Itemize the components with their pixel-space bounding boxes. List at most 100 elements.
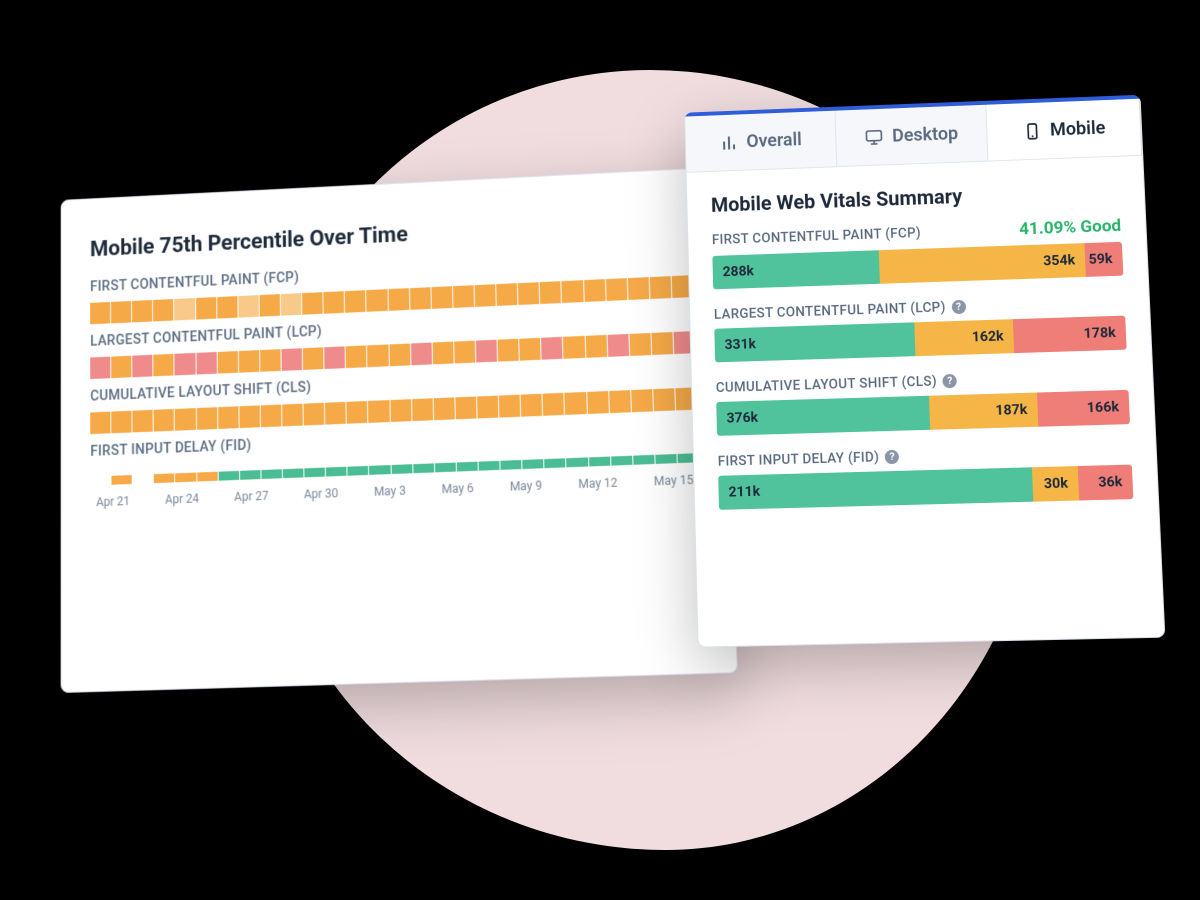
bar-segment	[606, 278, 628, 301]
bar-segment	[90, 467, 110, 486]
bar-segment	[519, 338, 540, 361]
bar-segment	[455, 396, 476, 419]
bar-segment	[345, 290, 366, 313]
bar-segment	[346, 345, 367, 368]
tab-label: Desktop	[892, 123, 959, 146]
bar-segment	[476, 340, 497, 363]
bar-part-mid: 30k	[1031, 466, 1078, 502]
bar-segment	[347, 401, 368, 424]
bar-segment	[607, 334, 629, 357]
tab-overall[interactable]: Overall	[685, 111, 837, 172]
bar-segment	[174, 298, 194, 320]
summary-body: Mobile Web Vitals Summary FIRST CONTENTF…	[687, 156, 1160, 551]
bar-segment	[633, 455, 655, 465]
bar-segment	[628, 277, 650, 300]
bar-segment	[562, 280, 584, 303]
help-icon[interactable]: ?	[951, 300, 966, 314]
bar-segment	[238, 295, 259, 317]
axis-tick: Apr 30	[304, 486, 339, 501]
bar-segment	[584, 279, 606, 302]
bar-segment	[435, 463, 456, 473]
bar-segment	[218, 471, 239, 481]
bar-segment	[475, 284, 496, 307]
bar-segment	[587, 391, 609, 414]
bar-segment	[410, 287, 431, 310]
bar-segment	[259, 294, 280, 317]
axis-tick: May 3	[374, 484, 406, 499]
bar-segment	[154, 409, 174, 432]
bar-segment	[518, 282, 539, 305]
phone-icon	[1022, 121, 1043, 141]
bar-segment	[651, 332, 673, 355]
summary-metric: CUMULATIVE LAYOUT SHIFT (CLS)?376k187k16…	[716, 368, 1130, 436]
bar-segment	[304, 403, 325, 426]
bar-segment	[454, 341, 475, 364]
bar-segment	[609, 390, 631, 413]
bar-segment	[585, 335, 607, 358]
bar-segment	[133, 465, 153, 484]
bar-segment	[431, 286, 452, 309]
bar-segment	[499, 395, 520, 418]
bar-segment	[196, 297, 216, 319]
bar-segment	[457, 462, 478, 472]
bar-segment	[324, 346, 345, 369]
axis-tick: May 15	[654, 473, 694, 489]
bar-segment	[281, 293, 302, 316]
bar-segment	[132, 300, 152, 322]
bar-segment	[498, 339, 519, 362]
bar-part-good: 288k	[712, 250, 880, 289]
summary-metric-label: LARGEST CONTENTFUL PAINT (LCP)?	[714, 299, 966, 323]
bar-segment	[479, 461, 500, 471]
axis-tick: May 9	[510, 478, 543, 493]
tab-mobile[interactable]: Mobile	[987, 99, 1143, 161]
summary-title: Mobile Web Vitals Summary	[711, 178, 1120, 216]
bar-part-mid: 162k	[914, 319, 1014, 356]
bar-segment	[655, 454, 677, 464]
bar-segment	[218, 406, 239, 429]
bar-segment	[563, 336, 585, 359]
bar-segment	[90, 412, 110, 435]
bar-segment	[543, 393, 565, 416]
bar-segment	[197, 472, 218, 482]
tab-desktop[interactable]: Desktop	[835, 105, 989, 167]
summary-metric: FIRST CONTENTFUL PAINT (FCP)41.09% Good2…	[712, 216, 1124, 289]
help-icon[interactable]: ?	[885, 450, 900, 464]
tab-label: Overall	[746, 130, 802, 153]
bar-segment	[260, 349, 281, 372]
bar-segment	[391, 464, 412, 474]
bar-segment	[283, 468, 304, 478]
bar-segment	[90, 302, 110, 324]
bar-segment	[433, 397, 454, 420]
bar-part-bad: 166k	[1037, 390, 1130, 427]
bar-segment	[196, 407, 217, 430]
bar-segment	[261, 405, 282, 428]
bar-segment	[176, 473, 196, 483]
summary-metric-label: FIRST INPUT DELAY (FID)?	[718, 449, 900, 470]
bar-segment	[111, 301, 131, 323]
bar-segment	[261, 469, 282, 479]
bar-segment	[389, 344, 410, 367]
summary-metric-label: CUMULATIVE LAYOUT SHIFT (CLS)?	[716, 373, 958, 396]
bar-segment	[153, 299, 173, 321]
bar-part-good: 211k	[718, 467, 1033, 510]
bar-segment	[239, 350, 260, 373]
help-icon[interactable]: ?	[943, 374, 958, 388]
bar-segment	[217, 296, 238, 318]
bar-chart-icon	[719, 132, 739, 152]
good-percentage: 41.09% Good	[1019, 216, 1122, 239]
bar-segment	[653, 388, 675, 411]
bar-segment	[453, 285, 474, 308]
web-vitals-summary-panel: Overall Desktop Mobile Mobile Web Vitals…	[684, 95, 1165, 648]
bar-part-mid: 187k	[929, 393, 1038, 430]
bar-segment	[302, 292, 323, 315]
bar-segment	[369, 465, 390, 475]
bar-segment	[522, 459, 543, 469]
panel-title: Mobile 75th Percentile Over Time	[90, 209, 691, 263]
axis-tick: May 6	[442, 481, 474, 496]
bar-segment	[413, 463, 434, 473]
percentile-over-time-panel: Mobile 75th Percentile Over Time FIRST C…	[61, 167, 738, 693]
stacked-bar: 288k354k59k	[712, 242, 1123, 290]
bar-segment	[112, 475, 132, 485]
bar-segment	[154, 473, 174, 483]
bar-segment	[544, 458, 565, 468]
